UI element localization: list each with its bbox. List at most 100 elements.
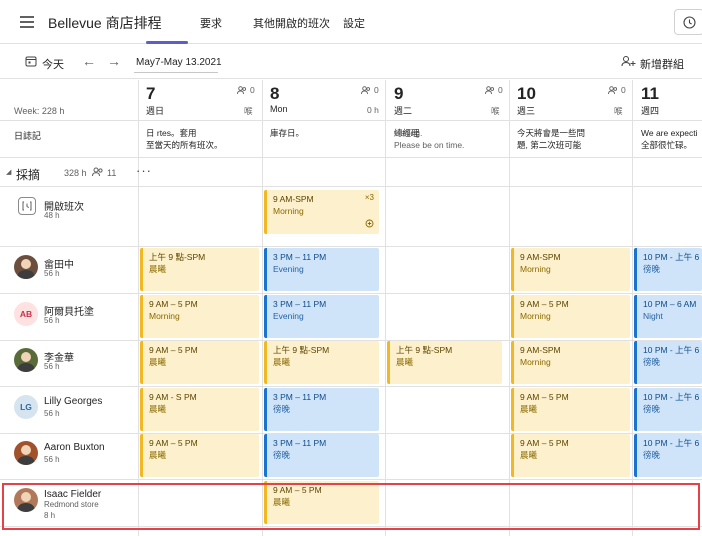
shift-time: 9 AM – 5 PM: [520, 392, 569, 402]
people-icon: [237, 86, 247, 95]
column-divider: [632, 80, 633, 536]
shift-label: Night: [643, 311, 663, 321]
shift-card[interactable]: 上午 9 點-SPM 晨曦: [140, 248, 259, 291]
member-row-header[interactable]: 畲田中 56 h: [0, 247, 138, 293]
shift-card[interactable]: 9 AM – 5 PM 晨曦: [140, 341, 259, 384]
shift-card[interactable]: 10 PM - 上午 6 點徬晚: [634, 434, 702, 477]
day-note[interactable]: 庫存日。: [270, 127, 382, 139]
next-week-arrow-icon[interactable]: →: [107, 53, 121, 69]
day-people-count: 0: [250, 85, 255, 95]
day-hours: 喉: [614, 106, 623, 116]
shift-card[interactable]: 10 PM - 上午 6 點徬晚: [634, 388, 702, 431]
previous-week-arrow-icon[interactable]: ←: [82, 53, 96, 69]
shift-card[interactable]: 10 PM – 6 AM Night: [634, 295, 702, 338]
date-range-picker[interactable]: May7-May 13.2021: [136, 57, 222, 68]
shift-card[interactable]: 9 AM-SPM Morning: [511, 248, 630, 291]
shift-label: Morning: [520, 311, 551, 321]
avatar-initials: AB: [19, 309, 33, 319]
shift-card[interactable]: 9 AM – 5 PM Morning: [140, 295, 259, 338]
shift-card[interactable]: 上午 9 點-SPM 晨曦: [264, 341, 379, 384]
member-hours: 56 h: [44, 316, 60, 325]
member-row-header[interactable]: Aaron Buxton 56 h: [0, 433, 138, 479]
add-group-icon[interactable]: [621, 55, 637, 68]
day-note[interactable]: 日 rtes。套用 至當天的所有班次。: [146, 127, 258, 151]
day-log-label: 日誌記: [14, 131, 42, 141]
group-header[interactable]: ◢ 採摘 328 h 11 ···: [0, 160, 702, 186]
shift-time: 3 PM – 11 PM: [273, 392, 327, 402]
shift-label: Evening: [273, 264, 304, 274]
shift-card[interactable]: 3 PM – 11 PM Evening: [264, 295, 379, 338]
day-name: 週日: [146, 106, 165, 116]
time-clock-button[interactable]: [674, 9, 702, 35]
column-divider: [385, 80, 386, 536]
group-name: 採摘: [16, 168, 41, 182]
hamburger-menu-icon[interactable]: [20, 16, 34, 28]
avatar: [14, 348, 38, 372]
row-divider: [0, 186, 702, 187]
location-pin-icon: [365, 219, 374, 228]
shift-label: Morning: [273, 206, 304, 216]
day-hours: 喉: [491, 106, 500, 116]
day-number: 8: [270, 84, 280, 103]
member-row-header[interactable]: 李金華 56 h: [0, 340, 138, 386]
member-row-header[interactable]: AB 阿爾貝托塗 56 h: [0, 294, 138, 340]
people-icon: [92, 167, 103, 177]
shift-time: 3 PM – 11 PM: [273, 299, 327, 309]
shift-card[interactable]: 9 AM – 5 PM 晨曦: [140, 434, 259, 477]
collapse-chevron-icon[interactable]: ◢: [6, 168, 11, 176]
shift-time: 3 PM – 11 PM: [273, 438, 327, 448]
shift-card[interactable]: 上午 9 點-SPM 晨曦: [387, 341, 502, 384]
day-people-count: 0: [498, 85, 503, 95]
shift-time: 9 AM – 5 PM: [149, 299, 198, 309]
day-name: Mon: [270, 104, 288, 114]
day-note[interactable]: We are expecti 全部很忙碌。: [641, 127, 702, 151]
shift-time: 3 PM – 11 PM: [273, 252, 327, 262]
calendar-today-icon[interactable]: [25, 55, 37, 67]
avatar: LG: [14, 395, 38, 419]
shift-label: 晨曦: [149, 450, 167, 460]
shift-time: 9 AM-SPM: [520, 252, 561, 262]
member-row-header[interactable]: LG Lilly Georges 56 h: [0, 387, 138, 433]
shift-card[interactable]: 3 PM – 11 PM 徬晚: [264, 434, 379, 477]
more-options-icon[interactable]: ···: [136, 163, 152, 178]
day-note-detail[interactable]: visiting. Please be on time.: [394, 127, 506, 151]
member-hours: 56 h: [44, 455, 60, 464]
tab-other-open-shifts[interactable]: 其他開啟的班次: [253, 15, 330, 31]
day-people-count: 0: [374, 85, 379, 95]
shift-card[interactable]: 10 PM - 上午 6 點徬晚: [634, 248, 702, 291]
shift-card[interactable]: 9 AM-SPM Morning: [511, 341, 630, 384]
shift-label: 徬晚: [273, 450, 291, 460]
shift-card[interactable]: 9 AM – 5 PM 晨曦: [511, 388, 630, 431]
shift-time: 9 AM – 5 PM: [149, 345, 198, 355]
day-people-count: 0: [621, 85, 626, 95]
tab-settings[interactable]: 設定: [343, 15, 365, 31]
people-icon: [361, 86, 371, 95]
group-member-count: 11: [107, 168, 117, 178]
tab-requests[interactable]: 要求: [200, 15, 222, 31]
day-hours: 喉: [244, 106, 253, 116]
today-button[interactable]: 今天: [42, 56, 64, 72]
open-shifts-icon: [18, 197, 36, 215]
shift-card[interactable]: 9 AM – 5 PM Morning: [511, 295, 630, 338]
day-number: 9: [394, 84, 404, 103]
schedule-toolbar: 今天 ← → May7-May 13.2021 新增群組: [0, 45, 702, 79]
shift-card[interactable]: 10 PM - 上午 6 點徬晚: [634, 341, 702, 384]
shift-time: 上午 9 點-SPM: [149, 252, 206, 262]
day-number: 11: [641, 84, 659, 103]
shift-card[interactable]: 3 PM – 11 PM 徬晚: [264, 388, 379, 431]
shift-card[interactable]: 9 AM – 5 PM 晨曦: [511, 434, 630, 477]
day-name: 週三: [517, 106, 536, 116]
shift-label: Evening: [273, 311, 304, 321]
shift-label: 徬晚: [643, 357, 661, 367]
add-group-button[interactable]: 新增群組: [640, 56, 684, 72]
open-shift-card[interactable]: 9 AM-SPM Morning ×3: [264, 190, 379, 234]
shift-card[interactable]: 3 PM – 11 PM Evening: [264, 248, 379, 291]
day-hours: 0 h: [367, 105, 379, 115]
avatar-initials: LG: [20, 402, 32, 412]
shift-label: 徬晚: [643, 450, 661, 460]
clock-icon: [683, 16, 696, 29]
shift-label: Morning: [520, 357, 551, 367]
shift-card[interactable]: 9 AM - S PM 晨曦: [140, 388, 259, 431]
day-note[interactable]: 今天將會是一些問 題, 第二次班可能: [517, 127, 629, 151]
shift-time: 9 AM-SPM: [520, 345, 561, 355]
